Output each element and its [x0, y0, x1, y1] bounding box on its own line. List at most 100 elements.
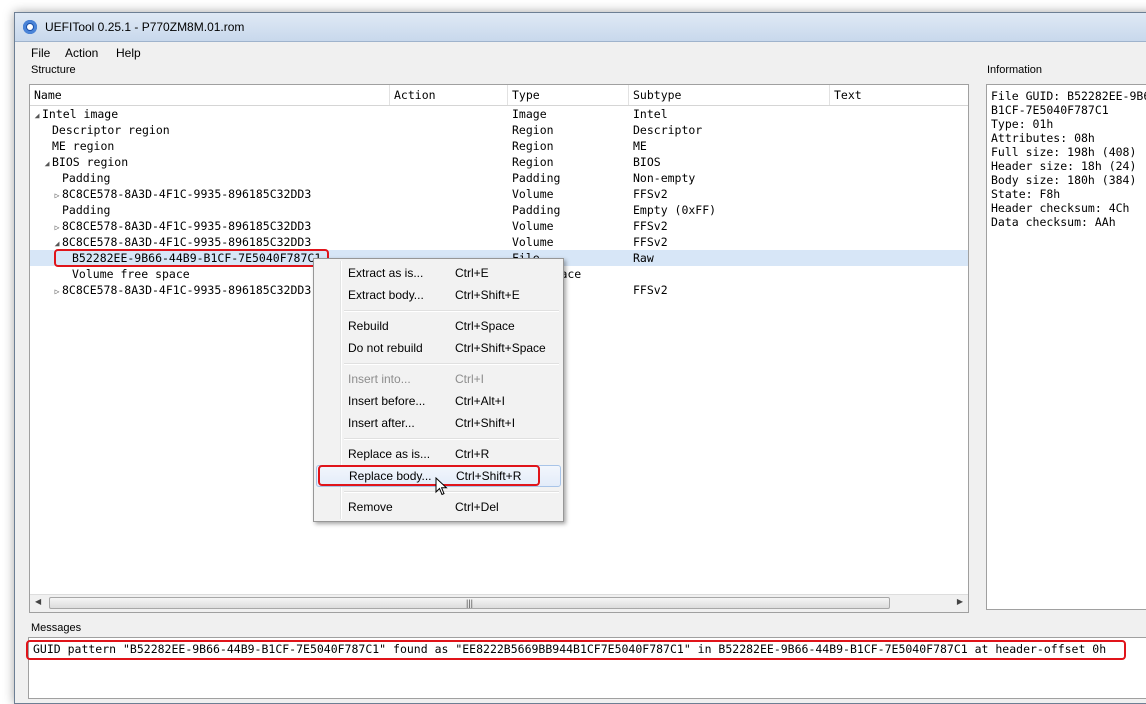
menu-item-label: Insert into...: [348, 372, 411, 386]
tree-row-name: ME region: [42, 138, 114, 154]
information-panel: File GUID: B52282EE-9B66-44B9- B1CF-7E50…: [986, 84, 1146, 610]
menu-item-label: Rebuild: [348, 319, 389, 333]
tree-row-label: 8C8CE578-8A3D-4F1C-9935-896185C32DD3: [62, 187, 312, 201]
tree-row[interactable]: ◢ Intel image Image Intel: [30, 106, 968, 122]
tree-row-label: 8C8CE578-8A3D-4F1C-9935-896185C32DD3: [62, 219, 312, 233]
tree-row-type: Region: [512, 123, 554, 137]
menu-item-do-not-rebuild[interactable]: Do not rebuild Ctrl+Shift+Space: [316, 337, 561, 359]
messages-label: Messages: [31, 622, 82, 634]
tree-row-name: Padding: [52, 170, 110, 186]
tree-row-subtype: Empty (0xFF): [633, 203, 717, 217]
tree-row-type: Region: [512, 155, 554, 169]
column-subtype-header[interactable]: Subtype: [629, 85, 830, 105]
tree-row-type: Volume: [512, 235, 554, 249]
tree-row-subtype: Raw: [633, 251, 654, 265]
column-action-header[interactable]: Action: [390, 85, 508, 105]
menu-action[interactable]: Action: [65, 46, 98, 60]
mouse-cursor-icon: [435, 477, 448, 496]
tree-row-subtype: FFSv2: [633, 235, 668, 249]
tree-row-label: Intel image: [42, 107, 119, 121]
menu-item-label: Insert after...: [348, 416, 415, 430]
menu-item-shortcut: Ctrl+Space: [455, 319, 515, 333]
menu-item-insert-into[interactable]: Insert into... Ctrl+I: [316, 368, 561, 390]
tree-row-name: Volume free space: [62, 266, 190, 282]
tree-row-subtype: FFSv2: [633, 187, 668, 201]
title-bar[interactable]: UEFITool 0.25.1 - P770ZM8M.01.rom: [15, 13, 1146, 42]
tree-row[interactable]: ▷8C8CE578-8A3D-4F1C-9935-896185C32DD3Vol…: [30, 186, 968, 202]
menu-item-label: Extract body...: [348, 288, 424, 302]
tree-row-name: Padding: [52, 202, 110, 218]
menu-item-extract-as-is[interactable]: Extract as is... Ctrl+E: [316, 262, 561, 284]
column-name-header[interactable]: Name: [30, 85, 390, 105]
tree-expander-icon[interactable]: ▷: [52, 284, 62, 300]
menu-item-replace-as-is[interactable]: Replace as is... Ctrl+R: [316, 443, 561, 465]
tree-row-type: Volume: [512, 219, 554, 233]
tree-row-subtype: FFSv2: [633, 219, 668, 233]
menu-item-shortcut: Ctrl+Del: [455, 500, 499, 514]
tree-row-subtype: Intel: [633, 107, 668, 121]
tree-row[interactable]: ◢ 8C8CE578-8A3D-4F1C-9935-896185C32DD3 Vol…: [30, 234, 968, 250]
replace-body-highlight-box: [318, 465, 540, 486]
menu-separator: [344, 363, 559, 365]
menu-item-shortcut: Ctrl+Shift+Space: [455, 341, 546, 355]
information-label: Information: [987, 64, 1043, 76]
tree-row-label: BIOS region: [52, 155, 129, 169]
window-title: UEFITool 0.25.1 - P770ZM8M.01.rom: [45, 20, 245, 34]
menu-item-extract-body[interactable]: Extract body... Ctrl+Shift+E: [316, 284, 561, 306]
tree-row[interactable]: Padding Padding Empty (0xFF): [30, 202, 968, 218]
tree-row[interactable]: ME region Region ME: [30, 138, 968, 154]
menu-item-label: Extract as is...: [348, 266, 424, 280]
menu-help[interactable]: Help: [116, 46, 141, 60]
tree-row-type: Region: [512, 139, 554, 153]
scroll-left-icon[interactable]: ◀: [35, 597, 41, 606]
tree-row-type: Padding: [512, 171, 561, 185]
menu-item-shortcut: Ctrl+E: [455, 266, 489, 280]
tree-row-label: Padding: [62, 203, 111, 217]
tree-row[interactable]: Padding Padding Non-empty: [30, 170, 968, 186]
tree-row-label: Volume free space: [72, 267, 190, 281]
scroll-right-icon[interactable]: ▶: [957, 597, 963, 606]
tree-row-name: ▷ 8C8CE578-8A3D-4F1C-9935-896185C32DD3: [52, 282, 312, 300]
menu-item-label: Insert before...: [348, 394, 426, 408]
tree-row-type: Padding: [512, 203, 561, 217]
tree-row-label: Padding: [62, 171, 111, 185]
menu-file[interactable]: File: [31, 46, 50, 60]
scroll-thumb[interactable]: |||: [49, 597, 890, 609]
column-type-header[interactable]: Type: [508, 85, 629, 105]
menu-item-rebuild[interactable]: Rebuild Ctrl+Space: [316, 315, 561, 337]
tree-row-type: Image: [512, 107, 547, 121]
tree-row[interactable]: ◢ BIOS region Region BIOS: [30, 154, 968, 170]
tree-row-subtype: ME: [633, 139, 647, 153]
column-text-header[interactable]: Text: [830, 85, 968, 105]
menu-item-shortcut: Ctrl+R: [455, 447, 490, 461]
tree-row-type: Volume: [512, 187, 554, 201]
menu-separator: [344, 310, 559, 312]
menu-item-remove[interactable]: Remove Ctrl+Del: [316, 496, 561, 518]
menu-item-label: Remove: [348, 500, 393, 514]
tree-row-label: ME region: [52, 139, 115, 153]
menu-item-insert-before[interactable]: Insert before... Ctrl+Alt+I: [316, 390, 561, 412]
tree-row-label: Descriptor region: [52, 123, 170, 137]
horizontal-scrollbar[interactable]: ◀ ||| ▶: [30, 594, 968, 612]
menu-item-shortcut: Ctrl+Shift+E: [455, 288, 520, 302]
tree-row-name: Descriptor region: [42, 122, 170, 138]
menu-item-label: Replace as is...: [348, 447, 431, 461]
menu-item-shortcut: Ctrl+Shift+I: [455, 416, 516, 430]
tree-row-subtype: BIOS: [633, 155, 661, 169]
message-highlight-box: [26, 640, 1126, 660]
tree-header: Name Action Type Subtype Text: [30, 85, 968, 106]
structure-label: Structure: [31, 64, 76, 76]
tree-row[interactable]: Descriptor region Region Descriptor: [30, 122, 968, 138]
menu-item-shortcut: Ctrl+Alt+I: [455, 394, 506, 408]
tree-row-subtype: FFSv2: [633, 283, 668, 297]
menu-item-shortcut: Ctrl+I: [455, 372, 485, 386]
selected-file-highlight-box: [54, 249, 329, 267]
tree-row-subtype: Non-empty: [633, 171, 696, 185]
menu-separator: [344, 491, 559, 493]
menu-item-insert-after[interactable]: Insert after... Ctrl+Shift+I: [316, 412, 561, 434]
tree-row-label: 8C8CE578-8A3D-4F1C-9935-896185C32DD3: [62, 235, 312, 249]
tree-row[interactable]: ▷8C8CE578-8A3D-4F1C-9935-896185C32DD3Vol…: [30, 218, 968, 234]
tree-row-label: 8C8CE578-8A3D-4F1C-9935-896185C32DD3: [62, 283, 312, 297]
menu-item-label: Do not rebuild: [348, 341, 423, 355]
menu-separator: [344, 438, 559, 440]
